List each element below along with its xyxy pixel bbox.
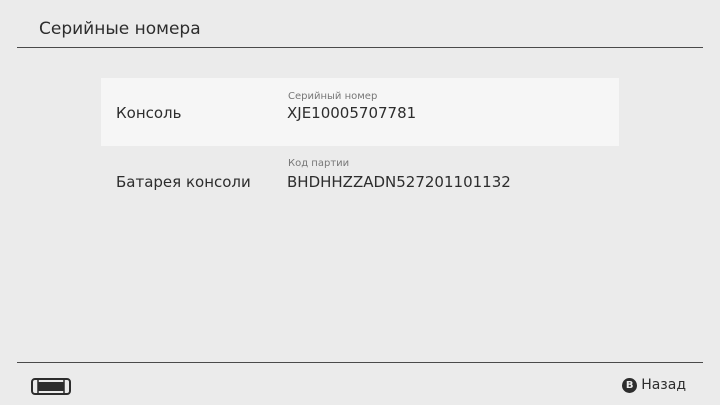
serial-row-label: Консоль <box>116 104 182 122</box>
footer: B Назад <box>0 363 720 405</box>
serial-number-caption: Серийный номер <box>288 91 378 102</box>
batch-code-value: BHDHHZZADN527201101132 <box>287 173 511 191</box>
header: Серийные номера <box>0 0 720 48</box>
serial-row-label: Батарея консоли <box>116 173 251 191</box>
serial-row-console-battery[interactable]: Батарея консоли Код партии BHDHHZZADN527… <box>101 147 619 215</box>
batch-code-caption: Код партии <box>288 158 350 169</box>
serial-list: Консоль Серийный номер XJE10005707781 Ба… <box>101 78 619 218</box>
b-button-icon: B <box>622 377 638 393</box>
handheld-console-icon <box>31 378 71 395</box>
serial-row-console[interactable]: Консоль Серийный номер XJE10005707781 <box>101 78 619 146</box>
top-divider <box>17 47 703 48</box>
back-label: Назад <box>641 377 686 393</box>
page-title: Серийные номера <box>39 19 201 39</box>
back-button[interactable]: B Назад <box>622 374 686 396</box>
serial-number-value: XJE10005707781 <box>287 104 417 122</box>
